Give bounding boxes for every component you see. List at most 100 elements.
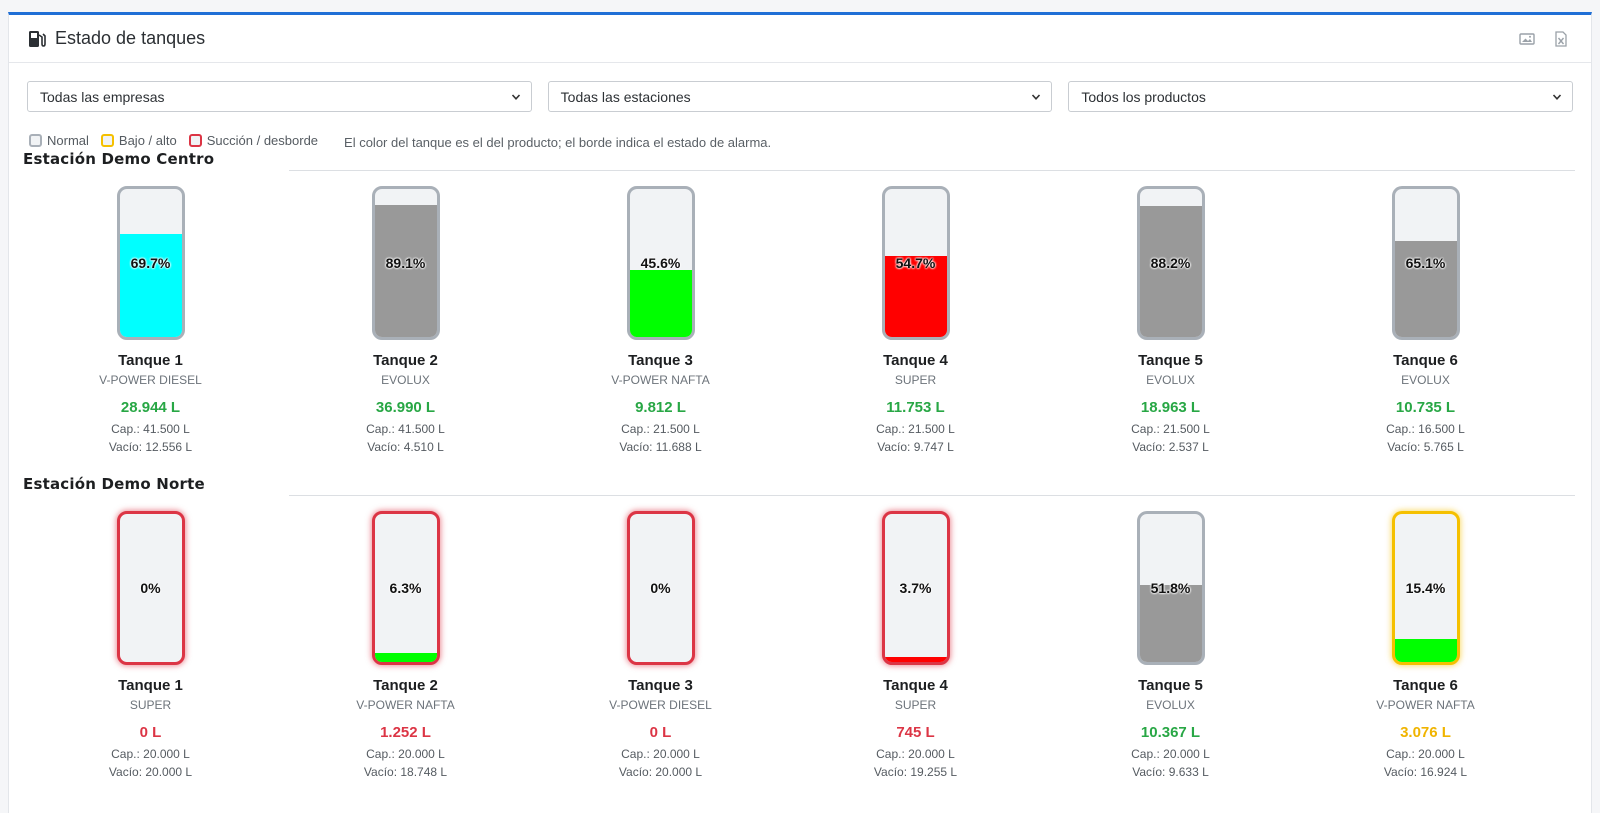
tank-volume: 10.367 L (1140, 724, 1201, 741)
tank-row: 0% Tanque 1 SUPER 0 L Cap.: 20.000 L Vacío: 2… (23, 511, 1575, 779)
filter-bar: Todas las empresas Todas las estaciones … (27, 81, 1574, 112)
station-name: Estación Demo Norte (23, 475, 205, 493)
panel-header: Estado de tanques (9, 15, 1591, 63)
tank-empty-space: Vacío: 9.633 L (1132, 765, 1209, 779)
tank-product: EVOLUX (1146, 373, 1195, 387)
tank-card[interactable]: 6.3% Tanque 2 V-POWER NAFTA 1.252 L Cap.: 20… (278, 511, 533, 779)
tank-gauge: 0% (116, 511, 185, 665)
tank-percent: 51.8% (1150, 580, 1191, 596)
legend-swatch-low-high (100, 134, 114, 147)
tank-empty-space: Vacío: 4.510 L (367, 440, 444, 454)
tank-gauge: 51.8% (1136, 511, 1205, 665)
tank-percent: 89.1% (385, 255, 426, 271)
tank-card[interactable]: 45.6% Tanque 3 V-POWER NAFTA 9.812 L Cap.: 2… (533, 186, 788, 454)
tank-capacity: Cap.: 20.000 L (876, 747, 955, 761)
station-select[interactable]: Todas las estaciones (547, 81, 1053, 112)
tank-percent: 15.4% (1405, 580, 1446, 596)
tank-name: Tanque 6 (1393, 352, 1458, 369)
tank-product: EVOLUX (1401, 373, 1450, 387)
tank-volume: 1.252 L (380, 724, 431, 741)
tank-percent: 54.7% (895, 255, 936, 271)
tank-level-fill (374, 652, 437, 662)
tank-percent: 45.6% (640, 255, 681, 271)
tank-gauge: 0% (626, 511, 695, 665)
tank-name: Tanque 3 (628, 352, 693, 369)
tank-capacity: Cap.: 16.500 L (1386, 422, 1465, 436)
tank-level-fill (1139, 206, 1202, 337)
tank-card[interactable]: 88.2% Tanque 5 EVOLUX 18.963 L Cap.: 21.500 … (1043, 186, 1298, 454)
legend-label: Normal (47, 133, 89, 148)
tank-capacity: Cap.: 20.000 L (1386, 747, 1465, 761)
tank-card[interactable]: 15.4% Tanque 6 V-POWER NAFTA 3.076 L Cap.: 2… (1298, 511, 1553, 779)
tank-gauge: 69.7% (116, 186, 185, 340)
tank-row: 69.7% Tanque 1 V-POWER DIESEL 28.944 L Cap.:… (23, 186, 1575, 454)
tank-capacity: Cap.: 21.500 L (876, 422, 955, 436)
excel-export-icon[interactable] (1553, 31, 1569, 47)
tank-empty-space: Vacío: 20.000 L (618, 765, 703, 779)
tank-name: Tanque 6 (1393, 677, 1458, 694)
tank-empty-space: Vacío: 12.556 L (108, 440, 193, 454)
tank-volume: 745 L (896, 724, 935, 741)
tank-capacity: Cap.: 41.500 L (111, 422, 190, 436)
tank-card[interactable]: 0% Tanque 1 SUPER 0 L Cap.: 20.000 L Vacío: 2… (23, 511, 278, 779)
divider (289, 170, 1575, 171)
tank-gauge: 65.1% (1391, 186, 1460, 340)
tank-volume: 3.076 L (1400, 724, 1451, 741)
page-title: Estado de tanques (55, 28, 206, 48)
tank-empty-space: Vacío: 9.747 L (877, 440, 954, 454)
tank-gauge: 6.3% (371, 511, 440, 665)
tank-name: Tanque 1 (118, 677, 183, 694)
company-select[interactable]: Todas las empresas (27, 81, 532, 112)
tank-card[interactable]: 3.7% Tanque 4 SUPER 745 L Cap.: 20.000 L Vací… (788, 511, 1043, 779)
fuel-pump-icon (29, 30, 46, 47)
tank-volume: 36.990 L (375, 399, 436, 416)
tank-name: Tanque 3 (628, 677, 693, 694)
tank-card[interactable]: 54.7% Tanque 4 SUPER 11.753 L Cap.: 21.500 L… (788, 186, 1043, 454)
tank-name: Tanque 5 (1138, 352, 1203, 369)
tank-product: V-POWER NAFTA (1376, 698, 1475, 712)
legend-item-low-high: Bajo / alto (100, 133, 177, 148)
legend-label: Succión / desborde (206, 133, 319, 148)
tank-product: SUPER (894, 698, 937, 712)
tank-card[interactable]: 65.1% Tanque 6 EVOLUX 10.735 L Cap.: 16.500 … (1298, 186, 1553, 454)
tank-product: V-POWER DIESEL (99, 373, 202, 387)
tank-level-fill (629, 269, 692, 337)
tank-volume: 0 L (139, 724, 162, 741)
image-export-icon[interactable] (1519, 31, 1535, 47)
tank-product: EVOLUX (381, 373, 430, 387)
tank-gauge: 89.1% (371, 186, 440, 340)
tank-capacity: Cap.: 20.000 L (1131, 747, 1210, 761)
station-select-value: Todas las estaciones (560, 88, 691, 105)
tank-capacity: Cap.: 41.500 L (366, 422, 445, 436)
legend-swatch-normal (29, 134, 42, 147)
tank-percent: 0% (650, 580, 671, 596)
product-select-value: Todos los productos (1081, 88, 1206, 105)
chevron-down-icon (1552, 93, 1562, 100)
tank-percent: 0% (140, 580, 161, 596)
tank-level-fill (1139, 585, 1202, 662)
tank-empty-space: Vacío: 5.765 L (1387, 440, 1464, 454)
tank-capacity: Cap.: 21.500 L (1131, 422, 1210, 436)
tank-product: SUPER (894, 373, 937, 387)
product-select[interactable]: Todos los productos (1068, 81, 1574, 112)
tank-card[interactable]: 0% Tanque 3 V-POWER DIESEL 0 L Cap.: 20.000 … (533, 511, 788, 779)
tank-empty-space: Vacío: 16.924 L (1383, 765, 1468, 779)
station-name: Estación Demo Centro (23, 150, 215, 168)
tank-name: Tanque 2 (373, 677, 438, 694)
chevron-down-icon (1032, 93, 1041, 100)
tank-empty-space: Vacío: 19.255 L (873, 765, 958, 779)
tank-capacity: Cap.: 20.000 L (621, 747, 700, 761)
tank-status-panel: Estado de tanques Todas las empresas Tod… (8, 12, 1592, 813)
tank-volume: 10.735 L (1395, 399, 1456, 416)
chevron-down-icon (511, 93, 520, 100)
tank-volume: 11.753 L (886, 399, 945, 416)
tank-product: EVOLUX (1146, 698, 1195, 712)
tank-name: Tanque 1 (118, 352, 183, 369)
tank-card[interactable]: 69.7% Tanque 1 V-POWER DIESEL 28.944 L Cap.:… (23, 186, 278, 454)
legend-note: El color del tanque es el del producto; … (344, 135, 772, 150)
tank-volume: 0 L (649, 724, 672, 741)
tank-gauge: 3.7% (881, 511, 950, 665)
tank-card[interactable]: 51.8% Tanque 5 EVOLUX 10.367 L Cap.: 20.000 … (1043, 511, 1298, 779)
tank-gauge: 45.6% (626, 186, 695, 340)
tank-card[interactable]: 89.1% Tanque 2 EVOLUX 36.990 L Cap.: 41.500 … (278, 186, 533, 454)
